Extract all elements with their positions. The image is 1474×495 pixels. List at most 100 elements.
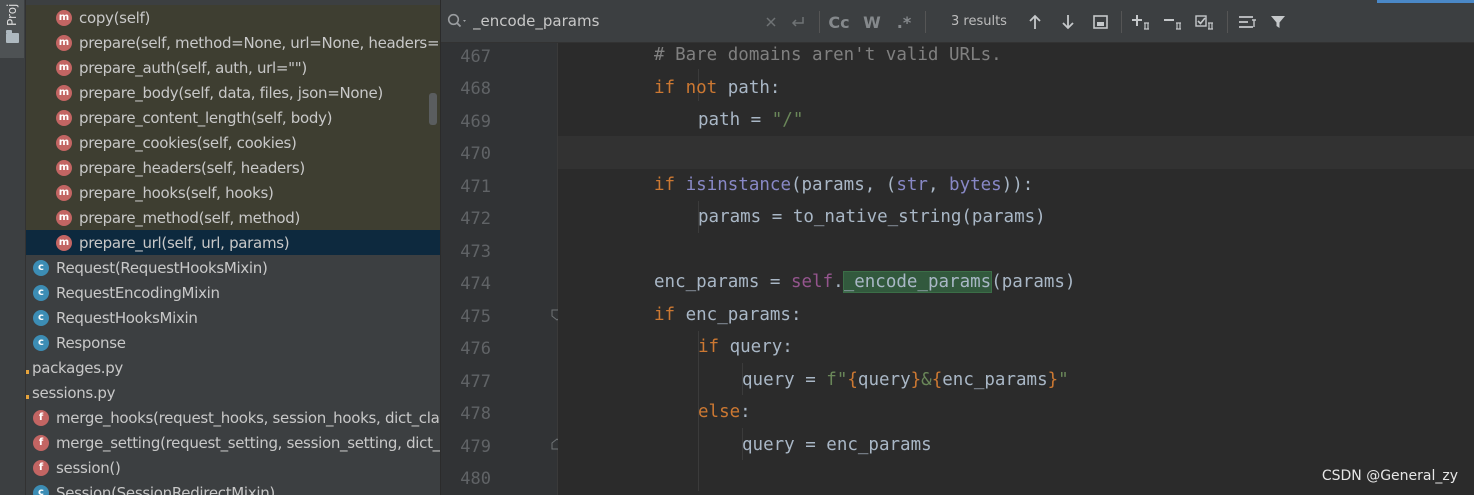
select-all-occurrences-icon[interactable] (1194, 11, 1218, 33)
method-icon: m (56, 34, 72, 51)
next-occurrence-icon[interactable] (1058, 11, 1078, 33)
filter-icon[interactable] (1267, 11, 1289, 33)
method-icon: m (56, 234, 72, 251)
structure-item[interactable]: m prepare_headers(self, headers) (26, 155, 440, 180)
class-icon: c (33, 484, 49, 495)
search-history-icon[interactable] (447, 13, 469, 33)
structure-item-label: prepare_content_length(self, body) (79, 108, 333, 127)
line-number: 480 (460, 469, 491, 489)
project-tool-tab[interactable]: Proj (0, 0, 24, 58)
structure-item[interactable]: c RequestEncodingMixin (26, 280, 440, 305)
code-line: query = enc_params (742, 435, 932, 455)
class-icon: c (33, 309, 49, 326)
line-number: 476 (460, 339, 491, 359)
watermark-text: CSDN @General_zy (1321, 468, 1458, 484)
line-number: 471 (460, 177, 491, 197)
structure-item[interactable]: c RequestHooksMixin (26, 305, 440, 330)
folder-icon (6, 30, 19, 43)
method-icon: m (56, 159, 72, 176)
structure-item-label: merge_setting(request_setting, session_s… (56, 433, 440, 452)
line-number: 474 (460, 274, 491, 294)
line-number: 467 (460, 47, 491, 67)
new-line-icon[interactable] (787, 11, 809, 33)
structure-item-label: Session(SessionRedirectMixin) (56, 483, 275, 495)
code-line: query = f"{query}&{enc_params}" (742, 370, 1069, 390)
class-icon: c (33, 284, 49, 301)
project-tab-label: Proj (5, 3, 19, 26)
whole-words-button[interactable]: W (861, 11, 883, 33)
line-number: 472 (460, 209, 491, 229)
class-icon: c (33, 334, 49, 351)
method-icon: m (56, 184, 72, 201)
structure-item[interactable]: c Session(SessionRedirectMixin) (26, 480, 440, 495)
tool-window-strip: Proj (0, 0, 26, 495)
code-line: enc_params = self._encode_params(params) (654, 271, 1076, 293)
line-number: 469 (460, 112, 491, 132)
code-line: else: (698, 402, 751, 422)
comment-text: # Bare domains aren't valid URLs. (654, 45, 1002, 65)
structure-scrollbar[interactable] (429, 93, 437, 125)
structure-item[interactable]: m prepare_body(self, data, files, json=No… (26, 80, 440, 105)
python-file-icon (26, 369, 29, 374)
method-icon: m (56, 134, 72, 151)
function-icon: f (33, 434, 49, 451)
structure-item[interactable]: m prepare_content_length(self, body) (26, 105, 440, 130)
structure-item[interactable]: packages.py (26, 355, 440, 380)
structure-item[interactable]: m prepare(self, method=None, url=None, he… (26, 30, 440, 55)
toolbar-separator (1121, 11, 1122, 33)
code-line: path = "/" (698, 110, 804, 130)
method-icon: m (56, 59, 72, 76)
line-number: 475 (460, 307, 491, 327)
structure-item[interactable]: m prepare_auth(self, auth, url="") (26, 55, 440, 80)
structure-item[interactable]: f merge_hooks(request_hooks, session_hook… (26, 405, 440, 430)
line-number: 478 (460, 404, 491, 424)
structure-item-label: prepare_url(self, url, params) (79, 233, 290, 252)
method-icon: m (56, 109, 72, 126)
add-occurrence-icon[interactable] (1130, 11, 1154, 33)
code-editor[interactable]: # Bare domains aren't valid URLs. if not… (558, 43, 1474, 495)
toolbar-separator (1227, 11, 1228, 33)
structure-item-selected[interactable]: m prepare_url(self, url, params) (26, 230, 440, 255)
search-input[interactable] (473, 10, 773, 32)
line-number-gutter: 467 468 469 470 471 472 473 474 475 476 … (441, 43, 558, 495)
open-in-window-icon[interactable] (1090, 11, 1110, 33)
structure-item[interactable]: m prepare_cookies(self, cookies) (26, 130, 440, 155)
line-number: 479 (460, 437, 491, 457)
structure-item[interactable]: c Request(RequestHooksMixin) (26, 255, 440, 280)
method-icon: m (56, 209, 72, 226)
structure-item[interactable]: f merge_setting(request_setting, session_… (26, 430, 440, 455)
current-line (558, 136, 1474, 169)
code-line: if query: (698, 337, 793, 357)
structure-item[interactable]: m prepare_method(self, method) (26, 205, 440, 230)
clear-search-icon[interactable] (761, 11, 781, 33)
previous-occurrence-icon[interactable] (1025, 11, 1045, 33)
structure-item[interactable]: c Response (26, 330, 440, 355)
structure-item[interactable]: sessions.py (26, 380, 440, 405)
structure-item-label: sessions.py (32, 383, 116, 402)
structure-item-label: prepare_auth(self, auth, url="") (79, 58, 307, 77)
filter-search-results-icon[interactable] (1236, 11, 1260, 33)
structure-item-label: RequestEncodingMixin (56, 283, 220, 302)
structure-item-label: RequestHooksMixin (56, 308, 198, 327)
function-icon: f (33, 459, 49, 476)
structure-item[interactable]: m copy(self) (26, 5, 440, 30)
structure-item-label: prepare_hooks(self, hooks) (79, 183, 274, 202)
structure-item-label: prepare_body(self, data, files, json=Non… (79, 83, 383, 102)
structure-item-label: prepare_cookies(self, cookies) (79, 133, 297, 152)
code-line: if enc_params: (654, 305, 802, 325)
line-number: 473 (460, 242, 491, 262)
structure-item[interactable]: m prepare_hooks(self, hooks) (26, 180, 440, 205)
structure-item-label: session() (56, 458, 121, 477)
code-line: if isinstance(params, (str, bytes)): (654, 175, 1034, 195)
method-icon: m (56, 9, 72, 26)
structure-item[interactable]: f session() (26, 455, 440, 480)
line-number: 468 (460, 79, 491, 99)
remove-occurrence-icon[interactable] (1162, 11, 1186, 33)
match-case-button[interactable]: Cc (827, 11, 851, 33)
regex-button[interactable]: .* (893, 11, 915, 33)
structure-item-label: prepare_headers(self, headers) (79, 158, 305, 177)
structure-item-label: copy(self) (79, 8, 151, 27)
structure-item-label: Response (56, 333, 126, 352)
class-icon: c (33, 259, 49, 276)
line-number: 470 (460, 144, 491, 164)
